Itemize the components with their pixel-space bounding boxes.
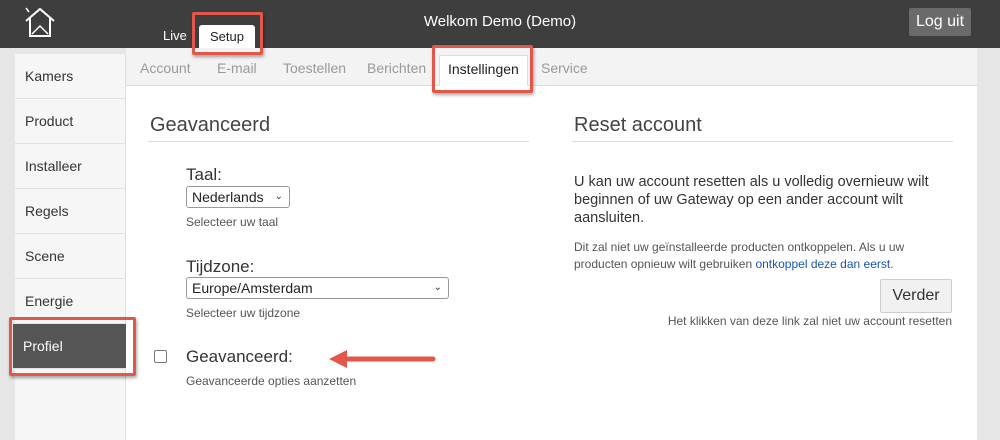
subtab-instellingen[interactable]: Instellingen — [439, 55, 528, 86]
reset-note-suffix: . — [890, 257, 894, 271]
sidebar-item-regels[interactable]: Regels — [15, 189, 125, 234]
sidebar: Kamers Product Installeer Regels Scene E… — [13, 54, 126, 440]
language-select-value: Nederlands — [192, 189, 264, 205]
unlink-products-link[interactable]: ontkoppel deze dan eerst — [755, 257, 890, 271]
subtab-account[interactable]: Account — [140, 60, 191, 76]
advanced-toggle-label: Geavanceerd: — [186, 347, 293, 366]
subtab-berichten[interactable]: Berichten — [367, 60, 426, 76]
reset-note: Dit zal niet uw geïnstalleerde producten… — [574, 239, 954, 273]
subtab-toestellen[interactable]: Toestellen — [283, 60, 346, 76]
chevron-down-icon: ⌄ — [433, 282, 442, 293]
chevron-down-icon: ⌄ — [274, 191, 283, 202]
continue-button[interactable]: Verder — [880, 279, 952, 313]
top-bar: Welkom Demo (Demo) Live Setup Log uit — [0, 0, 1000, 48]
sidebar-item-kamers[interactable]: Kamers — [15, 54, 125, 99]
reset-description: U kan uw account resetten als u volledig… — [574, 174, 929, 226]
timezone-label: Tijdzone: — [186, 257, 255, 276]
sidebar-item-scene[interactable]: Scene — [15, 234, 125, 279]
reset-button-help: Het klikken van deze link zal niet uw ac… — [667, 314, 952, 328]
sidebar-item-installeer[interactable]: Installeer — [15, 144, 125, 189]
arrow-left-icon — [329, 350, 436, 368]
language-label: Taal: — [186, 165, 222, 184]
subtab-service[interactable]: Service — [541, 60, 588, 76]
reset-divider — [572, 141, 953, 142]
main-panel: Account E-mail Toestellen Berichten Inst… — [126, 48, 977, 440]
advanced-checkbox[interactable] — [154, 350, 167, 363]
advanced-divider — [148, 141, 529, 142]
tab-live[interactable]: Live — [163, 28, 187, 43]
language-select[interactable]: Nederlands ⌄ — [186, 186, 290, 208]
advanced-toggle-help: Geavanceerde opties aanzetten — [186, 374, 357, 388]
timezone-select[interactable]: Europe/Amsterdam ⌄ — [186, 277, 449, 299]
sidebar-item-product[interactable]: Product — [15, 99, 125, 144]
logout-button[interactable]: Log uit — [909, 8, 971, 36]
language-help: Selecteer uw taal — [186, 215, 279, 229]
subtab-bar: Account E-mail Toestellen Berichten Inst… — [126, 48, 977, 86]
advanced-title: Geavanceerd — [150, 114, 271, 136]
sidebar-item-energie[interactable]: Energie — [15, 279, 125, 324]
sidebar-item-profiel[interactable]: Profiel — [13, 324, 126, 369]
tab-setup[interactable]: Setup — [199, 25, 255, 48]
subtab-email[interactable]: E-mail — [217, 60, 257, 76]
timezone-select-value: Europe/Amsterdam — [192, 280, 313, 296]
reset-title: Reset account — [574, 114, 702, 136]
timezone-help: Selecteer uw tijdzone — [186, 306, 301, 320]
app-title: Welkom Demo (Demo) — [423, 13, 577, 30]
